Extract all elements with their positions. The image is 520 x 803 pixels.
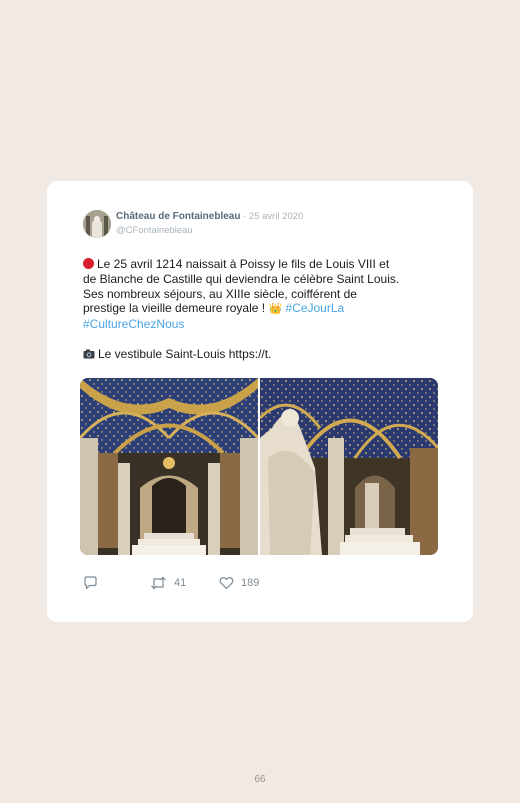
tweet-text: Le 25 avril 1214 naissait à Poissy le fi…: [83, 257, 443, 362]
text-line-3: Ses nombreux séjours, au XIIIe siècle, c…: [83, 286, 357, 301]
text-line-5: Le vestibule Saint-Louis https://t.: [83, 347, 443, 362]
text-line-1-content: Le 25 avril 1214 naissait à Poissy le fi…: [97, 257, 390, 271]
photo-vestibule-right[interactable]: [260, 378, 438, 555]
retweet-icon: [151, 576, 166, 590]
text-line-5-content: Le vestibule Saint-Louis https://t.: [98, 346, 272, 361]
text-line-1: Le 25 avril 1214 naissait à Poissy le fi…: [83, 257, 443, 272]
avatar[interactable]: [83, 210, 111, 238]
red-circle-icon: [83, 258, 94, 269]
hashtag-culturecheznous[interactable]: #CultureChezNous: [83, 317, 443, 332]
tweet-date[interactable]: 25 avril 2020: [249, 211, 303, 222]
photo-vestibule-left[interactable]: [80, 378, 258, 555]
hashtag-cejourla[interactable]: #CeJourLa: [285, 301, 344, 315]
like-count: 189: [241, 577, 260, 589]
page-number: 66: [254, 774, 266, 785]
retweet-button[interactable]: 41: [150, 576, 186, 590]
text-line-2: de Blanche de Castille qui deviendra le …: [83, 271, 400, 286]
author-handle[interactable]: @CFontainebleau: [116, 225, 193, 236]
reply-button[interactable]: [83, 576, 98, 590]
tweet-card: Château de Fontainebleau · 25 avril 2020…: [47, 181, 473, 622]
tweet-media: [80, 378, 438, 555]
text-line-4: prestige la vieille demeure royale ! 👑 #…: [83, 301, 443, 317]
crown-icon: 👑: [268, 303, 283, 316]
like-button[interactable]: 189: [219, 576, 259, 590]
text-line-4-content: prestige la vieille demeure royale !: [83, 301, 266, 316]
camera-icon: [83, 349, 95, 359]
separator: ·: [240, 211, 249, 222]
retweet-count: 41: [174, 577, 187, 589]
tweet-actions: 41 189: [83, 576, 333, 592]
author-name[interactable]: Château de Fontainebleau: [116, 211, 240, 222]
tweet-header: Château de Fontainebleau · 25 avril 2020: [116, 211, 303, 222]
heart-icon: [219, 576, 234, 590]
reply-icon: [84, 576, 97, 590]
